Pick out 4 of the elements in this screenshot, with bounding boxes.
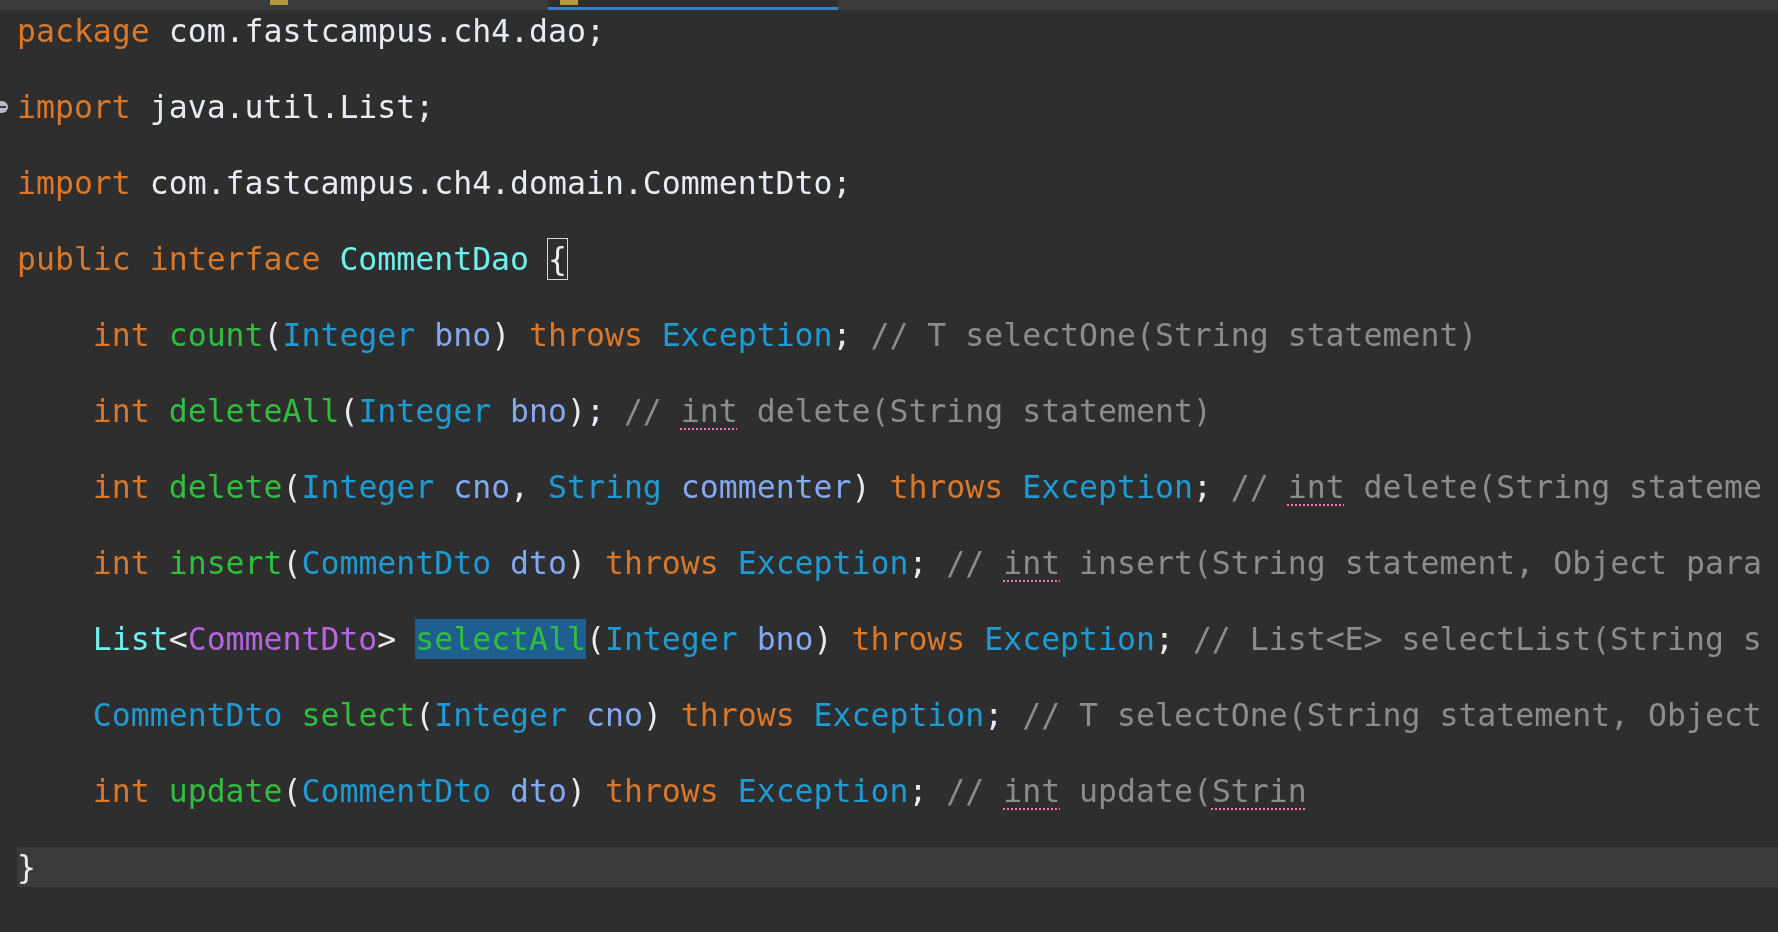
file-icon (560, 0, 578, 5)
fold-toggle-icon[interactable] (0, 100, 9, 114)
editor-tab[interactable] (548, 0, 838, 10)
file-icon (270, 0, 288, 5)
